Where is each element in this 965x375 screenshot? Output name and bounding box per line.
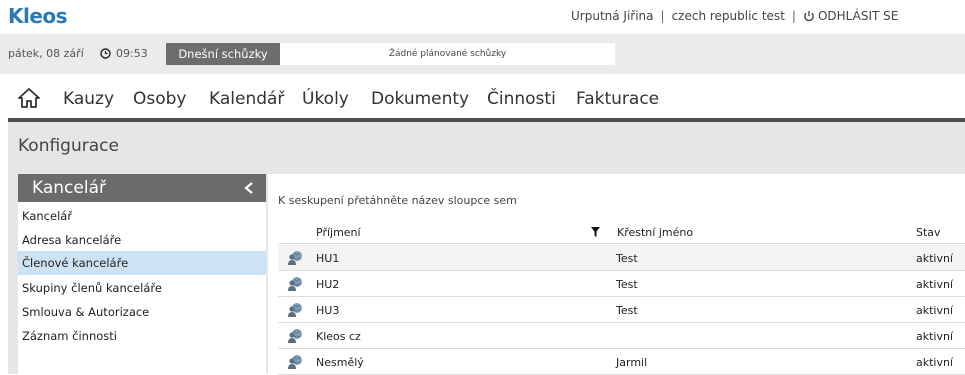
nav-item-kalendar[interactable]: Kalendář <box>209 89 284 109</box>
sidebar-item-adresa[interactable]: Adresa kanceláře <box>18 228 266 252</box>
date-bar: pátek, 08 září 09:53 Dnešní schůzky Žádn… <box>0 34 965 74</box>
sidebar-item-smlouva[interactable]: Smlouva & Autorizace <box>18 300 266 324</box>
current-date: pátek, 08 září <box>8 47 84 60</box>
cell-surname: HU2 <box>316 278 340 291</box>
table-row[interactable]: HU3 Test aktivní <box>278 297 965 323</box>
cell-status: aktivní <box>916 304 954 317</box>
cell-surname: HU1 <box>316 252 340 265</box>
cell-status: aktivní <box>916 356 954 369</box>
sidebar: Kancelář Kancelář Adresa kanceláře Členo… <box>18 174 266 374</box>
cell-first-name: Jarmil <box>616 356 648 369</box>
chevron-left-icon[interactable] <box>244 182 254 194</box>
table-row[interactable]: Kleos cz aktivní <box>278 323 965 349</box>
members-grid: K seskupení přetáhněte název sloupce sem… <box>268 174 965 375</box>
cell-status: aktivní <box>916 252 954 265</box>
user-bar: Urputná Jiřina | czech republic test | ODHLÁ… <box>571 9 898 23</box>
nav-item-ukoly[interactable]: Úkoly <box>302 89 349 109</box>
cell-surname: HU3 <box>316 304 340 317</box>
page-title: Konfigurace <box>18 136 119 156</box>
table-row[interactable]: HU2 Test aktivní <box>278 271 965 297</box>
user-name[interactable]: Urputná Jiřina <box>571 9 654 23</box>
nav-item-kauzy[interactable]: Kauzy <box>63 89 114 109</box>
column-header-first-name[interactable]: Křestní jméno <box>617 226 693 239</box>
time-value: 09:53 <box>116 47 148 60</box>
logout-button[interactable]: ODHLÁSIT SE <box>803 9 898 23</box>
nav-item-osoby[interactable]: Osoby <box>133 89 187 109</box>
column-header-surname[interactable]: Příjmení <box>316 226 361 239</box>
current-time: 09:53 <box>100 47 148 60</box>
cell-first-name: Test <box>616 278 638 291</box>
user-globe-icon <box>288 355 302 369</box>
cell-first-name: Test <box>616 252 638 265</box>
user-globe-icon <box>288 251 302 265</box>
nav-item-dokumenty[interactable]: Dokumenty <box>371 89 469 109</box>
cell-first-name: Test <box>616 304 638 317</box>
separator: | <box>660 9 665 23</box>
cell-status: aktivní <box>916 330 954 343</box>
user-globe-icon <box>288 277 302 291</box>
app-logo[interactable]: Kleos <box>8 4 68 28</box>
table-row[interactable]: Nesmělý Jarmil aktivní <box>278 349 965 375</box>
main-nav: Kauzy Osoby Kalendář Úkoly Dokumenty Čin… <box>0 74 965 120</box>
user-globe-icon <box>288 329 302 343</box>
home-icon[interactable] <box>18 88 40 108</box>
cell-status: aktivní <box>916 278 954 291</box>
group-drop-zone[interactable]: K seskupení přetáhněte název sloupce sem <box>278 194 517 207</box>
top-bar: Kleos Urputná Jiřina | czech republic test… <box>0 0 965 34</box>
clock-icon <box>100 48 111 59</box>
column-header-status[interactable]: Stav <box>916 226 941 239</box>
separator: | <box>791 9 796 23</box>
filter-icon[interactable] <box>591 227 600 237</box>
sidebar-item-zaznam[interactable]: Záznam činnosti <box>18 324 266 348</box>
meetings-tab[interactable]: Dnešní schůzky <box>166 43 280 65</box>
meetings-box: Žádné plánované schůzky <box>280 43 615 65</box>
sidebar-item-skupiny[interactable]: Skupiny členů kanceláře <box>18 276 266 300</box>
cell-surname: Kleos cz <box>316 330 361 343</box>
sidebar-item-kancelar[interactable]: Kancelář <box>18 204 266 228</box>
sidebar-item-clenove[interactable]: Členové kanceláře <box>18 251 266 275</box>
table-row[interactable]: HU1 Test aktivní <box>278 245 965 271</box>
user-globe-icon <box>288 303 302 317</box>
cell-surname: Nesmělý <box>316 356 364 369</box>
sidebar-header[interactable]: Kancelář <box>18 174 266 202</box>
nav-item-cinnosti[interactable]: Činnosti <box>487 89 556 109</box>
power-icon <box>804 11 814 22</box>
sidebar-header-label: Kancelář <box>32 178 106 198</box>
header-divider <box>278 243 965 244</box>
nav-item-fakturace[interactable]: Fakturace <box>576 89 659 109</box>
company-name[interactable]: czech republic test <box>672 9 785 23</box>
logout-label: ODHLÁSIT SE <box>817 9 899 23</box>
